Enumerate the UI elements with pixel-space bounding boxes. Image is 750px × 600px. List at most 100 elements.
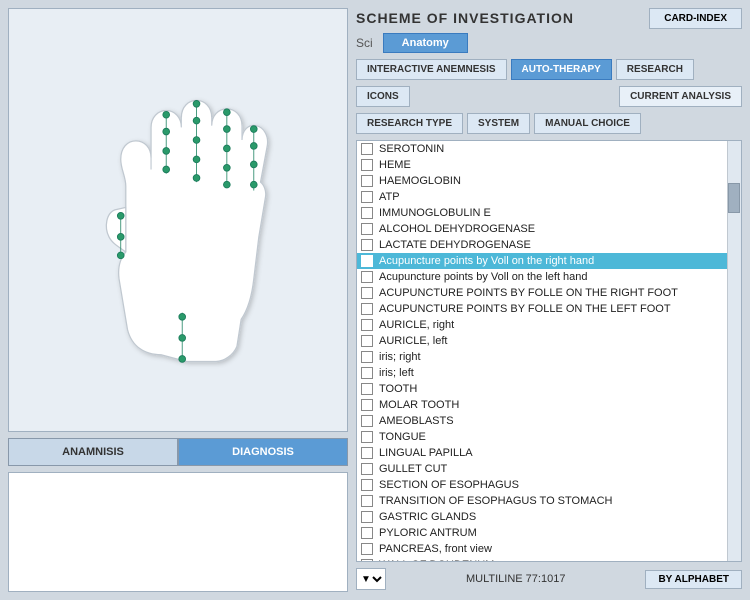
buttons-row3: RESEARCH TYPE SYSTEM MANUAL CHOICE [356, 113, 742, 134]
item-checkbox[interactable] [361, 415, 373, 427]
item-label: ACUPUNCTURE POINTS BY FOLLE ON THE LEFT … [379, 303, 723, 315]
item-checkbox[interactable] [361, 495, 373, 507]
list-item[interactable]: LACTATE DEHYDROGENASE [357, 237, 727, 253]
buttons-row2: ICONS CURRENT ANALYSIS [356, 86, 742, 107]
list-item[interactable]: LINGUAL PAPILLA [357, 445, 727, 461]
list-item[interactable]: IMMUNOGLOBULIN E [357, 205, 727, 221]
list-item[interactable]: SECTION OF ESOPHAGUS [357, 477, 727, 493]
list-item[interactable]: TRANSITION OF ESOPHAGUS TO STOMACH [357, 493, 727, 509]
item-checkbox[interactable] [361, 351, 373, 363]
alphabet-button[interactable]: BY ALPHABET [645, 570, 742, 589]
list-item[interactable]: GASTRIC GLANDS [357, 509, 727, 525]
item-checkbox[interactable] [361, 287, 373, 299]
item-label: TOOTH [379, 383, 723, 395]
list-item[interactable]: PANCREAS, front view [357, 541, 727, 557]
item-checkbox[interactable] [361, 367, 373, 379]
list-item[interactable]: GULLET CUT [357, 461, 727, 477]
anamnisis-button[interactable]: ANAMNISIS [8, 438, 178, 466]
multiline-label: MULTILINE 77:1017 [390, 573, 641, 585]
item-label: LACTATE DEHYDROGENASE [379, 239, 723, 251]
list-item[interactable]: HEME [357, 157, 727, 173]
manual-choice-button[interactable]: MANUAL CHOICE [534, 113, 641, 134]
list-item[interactable]: iris; right [357, 349, 727, 365]
item-label: MOLAR TOOTH [379, 399, 723, 411]
mode-dropdown[interactable]: ▼ [356, 568, 386, 590]
item-checkbox[interactable] [361, 527, 373, 539]
list-item[interactable]: AURICLE, right [357, 317, 727, 333]
list-item[interactable]: SEROTONIN [357, 141, 727, 157]
scrollbar[interactable] [727, 141, 741, 561]
current-analysis-button[interactable]: CURRENT ANALYSIS [619, 86, 742, 107]
list-item[interactable]: ACUPUNCTURE POINTS BY FOLLE ON THE LEFT … [357, 301, 727, 317]
anatomy-button[interactable]: Anatomy [383, 33, 468, 53]
item-checkbox[interactable] [361, 207, 373, 219]
item-checkbox[interactable] [361, 271, 373, 283]
item-checkbox[interactable] [361, 159, 373, 171]
icons-button[interactable]: ICONS [356, 86, 410, 107]
item-checkbox[interactable] [361, 511, 373, 523]
item-checkbox[interactable] [361, 383, 373, 395]
item-checkbox[interactable] [361, 335, 373, 347]
item-checkbox[interactable] [361, 143, 373, 155]
system-button[interactable]: SYSTEM [467, 113, 530, 134]
item-label: TRANSITION OF ESOPHAGUS TO STOMACH [379, 495, 723, 507]
items-list[interactable]: SEROTONIN HEME HAEMOGLOBIN ATP IMMUNOGLOBULI… [356, 140, 742, 562]
sci-label: Sci [356, 36, 373, 50]
item-checkbox[interactable] [361, 175, 373, 187]
item-checkbox[interactable] [361, 239, 373, 251]
item-checkbox[interactable] [361, 399, 373, 411]
diagnosis-area [8, 472, 348, 592]
item-checkbox[interactable] [361, 255, 373, 267]
item-checkbox[interactable] [361, 223, 373, 235]
item-label: GULLET CUT [379, 463, 723, 475]
item-checkbox[interactable] [361, 303, 373, 315]
list-item[interactable]: PYLORIC ANTRUM [357, 525, 727, 541]
item-checkbox[interactable] [361, 479, 373, 491]
list-item[interactable]: ALCOHOL DEHYDROGENASE [357, 221, 727, 237]
bottom-buttons: ANAMNISIS DIAGNOSIS [8, 438, 348, 466]
item-label: ALCOHOL DEHYDROGENASE [379, 223, 723, 235]
auto-therapy-button[interactable]: AUTO-THERAPY [511, 59, 612, 80]
list-item[interactable]: Acupuncture points by Voll on the right … [357, 253, 727, 269]
item-label: iris; right [379, 351, 723, 363]
item-label: AMEOBLASTS [379, 415, 723, 427]
list-item[interactable]: TONGUE [357, 429, 727, 445]
item-label: HAEMOGLOBIN [379, 175, 723, 187]
list-item[interactable]: AURICLE, left [357, 333, 727, 349]
hand-illustration [48, 60, 308, 380]
top-row: Sci Anatomy [356, 33, 742, 53]
bottom-bar: ▼ MULTILINE 77:1017 BY ALPHABET [356, 566, 742, 592]
item-checkbox[interactable] [361, 191, 373, 203]
item-label: LINGUAL PAPILLA [379, 447, 723, 459]
item-checkbox[interactable] [361, 543, 373, 555]
interactive-anemnesis-button[interactable]: INTERACTIVE ANEMNESIS [356, 59, 507, 80]
item-checkbox[interactable] [361, 431, 373, 443]
item-label: PANCREAS, front view [379, 543, 723, 555]
diagnosis-button[interactable]: DIAGNOSIS [178, 438, 348, 466]
item-label: IMMUNOGLOBULIN E [379, 207, 723, 219]
item-checkbox[interactable] [361, 319, 373, 331]
list-item[interactable]: iris; left [357, 365, 727, 381]
item-label: WALL OF DOUDENUM [379, 559, 723, 562]
item-label: SECTION OF ESOPHAGUS [379, 479, 723, 491]
item-checkbox[interactable] [361, 463, 373, 475]
research-button[interactable]: RESEARCH [616, 59, 694, 80]
left-panel: ANAMNISIS DIAGNOSIS [8, 8, 348, 592]
list-item[interactable]: MOLAR TOOTH [357, 397, 727, 413]
item-label: TONGUE [379, 431, 723, 443]
list-item[interactable]: ACUPUNCTURE POINTS BY FOLLE ON THE RIGHT… [357, 285, 727, 301]
list-item[interactable]: TOOTH [357, 381, 727, 397]
list-item[interactable]: HAEMOGLOBIN [357, 173, 727, 189]
scrollbar-thumb[interactable] [728, 183, 740, 213]
list-item[interactable]: Acupuncture points by Voll on the left h… [357, 269, 727, 285]
item-label: SEROTONIN [379, 143, 723, 155]
panel-title: SCHEME OF INVESTIGATION [356, 10, 574, 26]
item-checkbox[interactable] [361, 559, 373, 562]
list-item[interactable]: WALL OF DOUDENUM [357, 557, 727, 562]
research-type-button[interactable]: RESEARCH TYPE [356, 113, 463, 134]
item-label: ACUPUNCTURE POINTS BY FOLLE ON THE RIGHT… [379, 287, 723, 299]
list-item[interactable]: ATP [357, 189, 727, 205]
item-checkbox[interactable] [361, 447, 373, 459]
card-index-button[interactable]: CARD-INDEX [649, 8, 742, 29]
list-item[interactable]: AMEOBLASTS [357, 413, 727, 429]
